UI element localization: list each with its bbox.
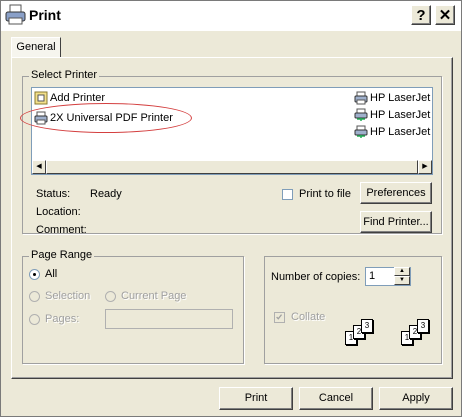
help-button[interactable]: ? [411, 5, 431, 25]
find-printer-button[interactable]: Find Printer... [360, 211, 432, 233]
radio-pages[interactable] [29, 314, 40, 325]
collate-label: Collate [291, 311, 326, 323]
add-printer-icon [34, 91, 48, 105]
pages-input[interactable] [105, 309, 233, 329]
network-printer-icon [354, 125, 368, 139]
page-number: 3 [417, 319, 429, 333]
general-tab-panel: Select Printer Add Printer 2X Universal … [11, 57, 453, 379]
preferences-button[interactable]: Preferences [360, 182, 432, 204]
copies-group: Number of copies: 1 ▲ ▼ Collate 1 2 3 1 … [264, 256, 442, 364]
printer-list-scrollbar[interactable]: ◀ ▶ [32, 160, 432, 174]
printer-item-add[interactable]: Add Printer [34, 90, 105, 106]
location-label: Location: [36, 206, 81, 218]
copies-spinner[interactable]: ▲ ▼ [394, 267, 410, 285]
scroll-right-icon[interactable]: ▶ [418, 160, 432, 174]
close-button[interactable]: ✕ [435, 5, 455, 25]
select-printer-group: Select Printer Add Printer 2X Universal … [22, 69, 442, 236]
printer-name: HP LaserJet [370, 126, 431, 138]
tab-general[interactable]: General [11, 37, 61, 58]
printer-icon [5, 4, 26, 25]
printer-icon [34, 111, 48, 125]
radio-selection-label: Selection [45, 290, 91, 302]
radio-current-page[interactable] [105, 291, 116, 302]
apply-button[interactable]: Apply [379, 387, 453, 410]
status-label: Status: [36, 188, 71, 200]
print-dialog: Print ? ✕ General Select Printer Add Pri… [0, 0, 462, 417]
radio-current-page-label: Current Page [121, 290, 187, 302]
printer-name: 2X Universal PDF Printer [50, 112, 173, 124]
spin-down-icon[interactable]: ▼ [394, 276, 410, 285]
print-button[interactable]: Print [219, 387, 293, 410]
print-to-file-checkbox[interactable] [282, 189, 293, 200]
network-printer-icon [354, 108, 368, 122]
printer-list[interactable]: Add Printer 2X Universal PDF Printer HP … [31, 87, 433, 175]
page-number: 3 [361, 319, 373, 333]
radio-pages-label: Pages: [45, 313, 80, 325]
spin-up-icon[interactable]: ▲ [394, 267, 410, 276]
comment-label: Comment: [36, 224, 87, 236]
collate-pages-icon: 1 2 3 [401, 317, 431, 353]
radio-all[interactable] [29, 269, 40, 280]
page-range-legend: Page Range [29, 249, 95, 261]
page-range-group: Page Range All Selection Current Page Pa… [22, 249, 244, 364]
collate-checkbox[interactable] [274, 312, 285, 323]
title-bar[interactable]: Print ? ✕ [1, 1, 461, 31]
printer-item-2x-pdf[interactable]: 2X Universal PDF Printer [34, 110, 173, 126]
select-printer-legend: Select Printer [29, 69, 100, 81]
printer-name: Add Printer [50, 92, 106, 104]
number-of-copies-label: Number of copies: [271, 271, 361, 283]
radio-selected-dot [33, 273, 36, 276]
printer-name: HP LaserJet [370, 109, 431, 121]
printer-name: HP LaserJet [370, 92, 431, 104]
scroll-left-icon[interactable]: ◀ [32, 160, 46, 174]
window-title: Print [29, 7, 61, 23]
printer-item-hp-3[interactable]: HP LaserJet [354, 124, 430, 140]
status-value: Ready [90, 188, 122, 200]
print-to-file-label: Print to file [299, 188, 351, 200]
radio-selection[interactable] [29, 291, 40, 302]
printer-item-hp-2[interactable]: HP LaserJet [354, 107, 430, 123]
check-icon [276, 314, 283, 320]
cancel-button[interactable]: Cancel [299, 387, 373, 410]
scroll-thumb[interactable] [46, 160, 418, 174]
printer-icon [354, 91, 368, 105]
printer-item-hp-1[interactable]: HP LaserJet [354, 90, 430, 106]
radio-all-label: All [45, 268, 58, 280]
collate-pages-icon: 1 2 3 [345, 317, 375, 353]
